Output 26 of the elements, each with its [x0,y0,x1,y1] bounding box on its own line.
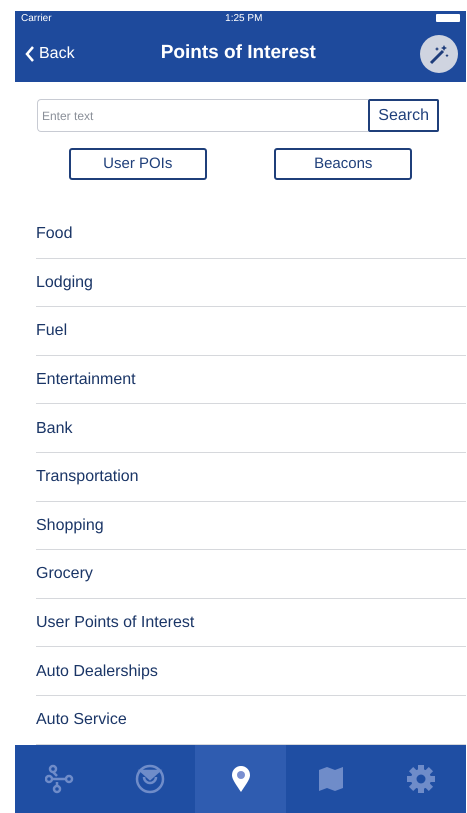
category-item[interactable]: Shopping [36,514,104,538]
search-button[interactable]: Search [368,99,439,132]
category-item[interactable]: Entertainment [36,368,136,392]
chevron-left-icon [25,46,35,62]
carrier-label: Carrier [21,12,52,26]
radar-icon [135,764,166,794]
category-item[interactable]: Auto Dealerships [36,660,158,684]
network-icon [45,764,76,794]
category-item[interactable]: Bank [36,416,72,441]
category-item[interactable]: Fuel [36,319,68,344]
category-item[interactable]: Grocery [36,562,93,586]
category-item[interactable]: Lodging [36,270,93,295]
tab-button[interactable] [195,745,286,813]
category-item[interactable]: User Points of Interest [36,611,194,636]
back-button[interactable]: Back [25,42,75,66]
screen-title: Points of Interest [160,41,317,66]
battery-icon [436,14,460,22]
wand-button[interactable] [420,34,458,72]
status-time: 1:25 PM [225,12,262,26]
gear-icon [406,764,436,794]
category-item[interactable]: Food [36,222,72,246]
category-item[interactable]: Transportation [36,465,139,490]
search-field[interactable]: Enter text [37,99,368,132]
category-item[interactable]: Auto Service [36,708,127,732]
filter-button[interactable]: Beacons [274,148,412,180]
filter-button[interactable]: User POIs [68,148,207,180]
